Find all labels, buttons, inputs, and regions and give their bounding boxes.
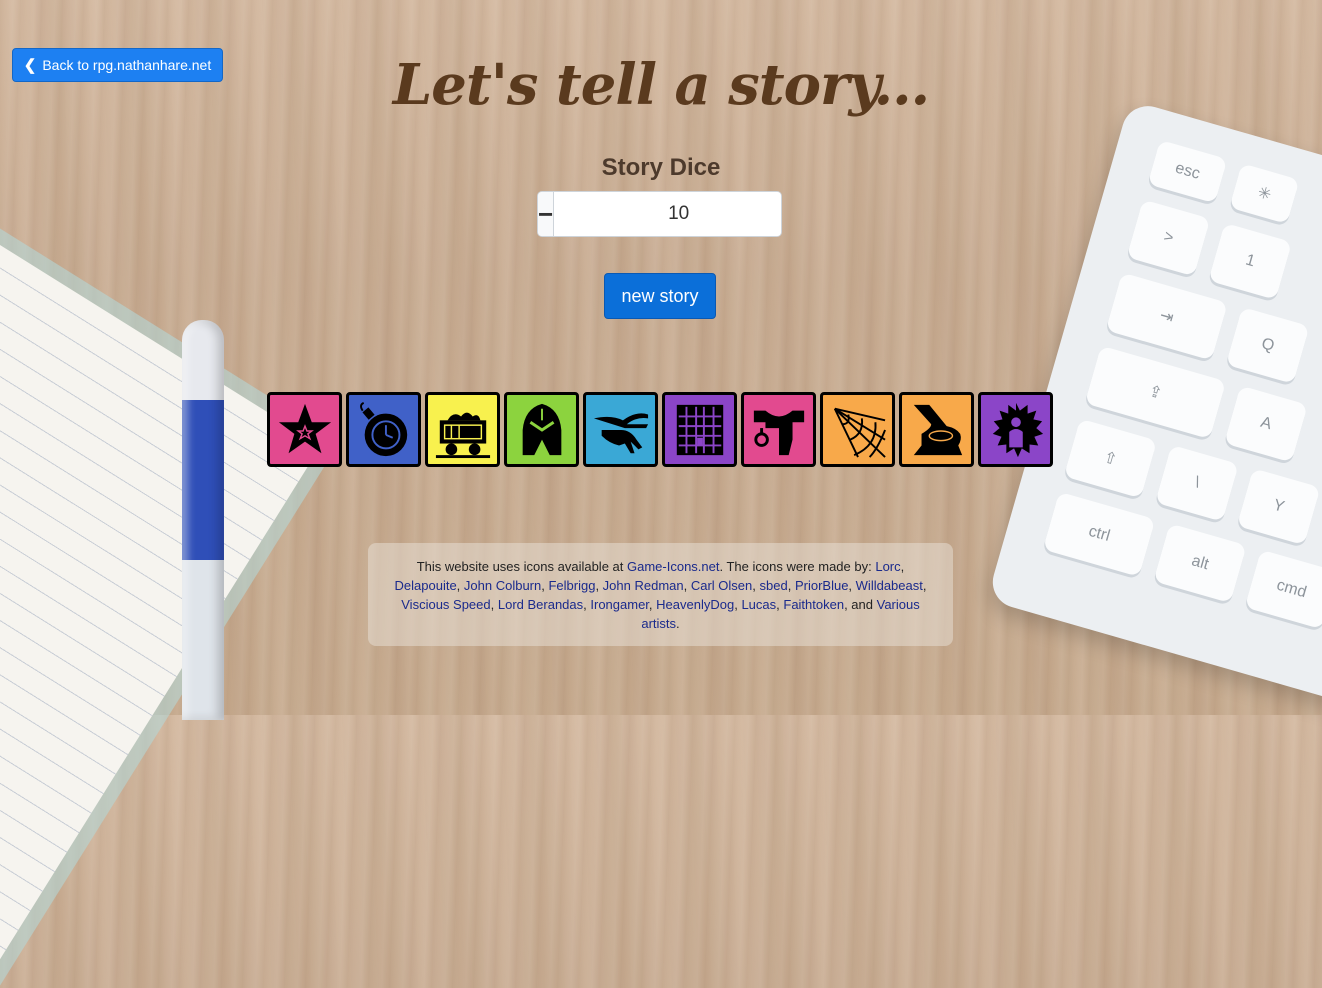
credit-link-author[interactable]: Carl Olsen — [691, 578, 752, 593]
credits-mid: . The icons were made by: — [719, 559, 876, 574]
mine-cart-icon — [425, 392, 500, 467]
star-icon — [267, 392, 342, 467]
credit-link-author[interactable]: Felbrigg — [548, 578, 595, 593]
new-story-button[interactable]: new story — [604, 273, 716, 319]
credits-box: This website uses icons available at Gam… — [368, 543, 953, 646]
knight-helmet-icon — [504, 392, 579, 467]
page-title: Let's tell a story... — [392, 52, 930, 118]
prison-window-icon — [662, 392, 737, 467]
dice-count-input[interactable] — [554, 192, 781, 236]
credit-link-author[interactable]: PriorBlue — [795, 578, 848, 593]
credit-link-author[interactable]: Irongamer — [590, 597, 649, 612]
credit-link-author[interactable]: sbed — [760, 578, 788, 593]
tree-stump-icon — [899, 392, 974, 467]
story-dice-label: Story Dice — [601, 154, 721, 181]
dice-row — [267, 392, 1053, 467]
credit-link-author[interactable]: HeavenlyDog — [656, 597, 734, 612]
glowing-person-icon — [978, 392, 1053, 467]
hand-branch-icon — [583, 392, 658, 467]
credit-link-author[interactable]: John Redman — [603, 578, 684, 593]
credit-link-game-icons[interactable]: Game-Icons.net — [627, 559, 720, 574]
notebook-decoration — [0, 170, 321, 988]
credit-link-author[interactable]: Lord Berandas — [498, 597, 583, 612]
credits-and: , and — [844, 597, 877, 612]
bomb-icon — [346, 392, 421, 467]
credit-link-author[interactable]: Lucas — [741, 597, 776, 612]
credit-link-author[interactable]: Faithtoken — [783, 597, 844, 612]
decrement-button[interactable]: − — [538, 192, 555, 236]
pen-decoration — [182, 320, 224, 720]
credit-link-author[interactable]: Lorc — [875, 559, 900, 574]
credit-link-author[interactable]: Delapouite — [395, 578, 457, 593]
spider-web-icon — [820, 392, 895, 467]
credit-link-author[interactable]: John Colburn — [464, 578, 541, 593]
dice-count-stepper: − + — [537, 191, 782, 237]
credit-link-author[interactable]: Willdabeast — [856, 578, 923, 593]
credits-end: . — [676, 616, 680, 631]
credit-link-author[interactable]: Viscious Speed — [401, 597, 490, 612]
saddle-icon — [741, 392, 816, 467]
credits-intro: This website uses icons available at — [416, 559, 627, 574]
